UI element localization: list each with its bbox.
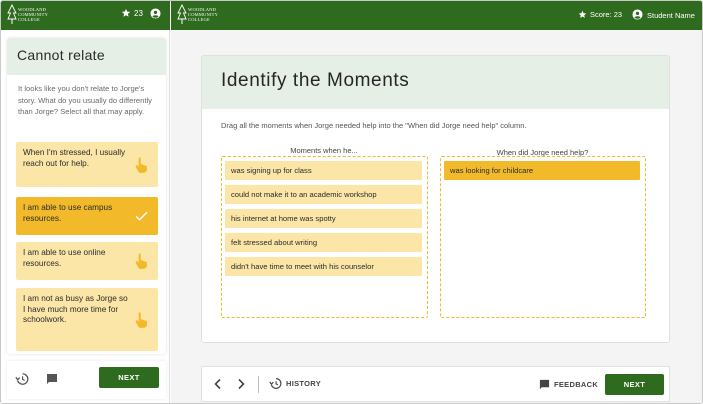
main-panel: WOODLAND COMMUNITY COLLEGE Score: 23 Stu…	[171, 1, 702, 403]
score-label: Score: 23	[590, 10, 623, 19]
main-topbar: WOODLAND COMMUNITY COLLEGE Score: 23 Stu…	[171, 1, 702, 30]
panel-title: Cannot relate	[7, 38, 166, 75]
star-count: 23	[134, 8, 143, 18]
panel-description: It looks like you don't relate to Jorge'…	[18, 84, 152, 116]
user-account-icon[interactable]	[632, 9, 643, 20]
activity-instruction: Drag all the moments when Jorge needed h…	[221, 121, 527, 130]
activity-title: Identify the Moments	[202, 56, 669, 109]
option-label: I am able to use campus resources.	[23, 203, 113, 223]
user-account-icon[interactable]	[150, 8, 161, 19]
left-panel: WOODLAND COMMUNITY COLLEGE 23 Cannot rel…	[1, 1, 170, 403]
college-logo: WOODLAND COMMUNITY COLLEGE	[7, 4, 67, 26]
option-reach-out-for-help[interactable]: When I'm stressed, I usually reach out f…	[16, 142, 158, 187]
hand-pointer-icon	[135, 311, 148, 328]
option-online-resources[interactable]: I am able to use online resources.	[16, 242, 158, 280]
moment-chip[interactable]: could not make it to an academic worksho…	[225, 185, 422, 204]
app-window: WOODLAND COMMUNITY COLLEGE 23 Cannot rel…	[0, 0, 703, 404]
comment-icon	[539, 379, 550, 390]
history-icon	[269, 378, 282, 389]
option-not-as-busy[interactable]: I am not as busy as Jorge so I have much…	[16, 288, 158, 351]
college-logo: WOODLAND COMMUNITY COLLEGE	[177, 4, 237, 26]
toolbar-divider	[258, 376, 259, 393]
tree-logo-icon	[7, 4, 17, 24]
next-button[interactable]: NEXT	[99, 367, 159, 388]
history-icon[interactable]	[15, 372, 29, 386]
student-name[interactable]: Student Name	[647, 11, 695, 20]
moment-chip[interactable]: his internet at home was spotty	[225, 209, 422, 228]
moment-chip[interactable]: was signing up for class	[225, 161, 422, 180]
star-icon	[121, 8, 131, 17]
feedback-label: FEEDBACK	[554, 380, 599, 389]
left-bottom-bar: NEXT	[7, 361, 166, 399]
moments-column-title: Moments when he...	[290, 146, 358, 155]
history-label: HISTORY	[286, 379, 322, 388]
tree-logo-icon	[177, 4, 187, 24]
hand-pointer-icon	[135, 253, 148, 269]
option-label: When I'm stressed, I usually reach out f…	[23, 148, 126, 168]
moment-chip[interactable]: felt stressed about writing	[225, 233, 422, 252]
moment-chip[interactable]: didn't have time to meet with his counse…	[225, 257, 422, 276]
chevron-right-icon[interactable]	[236, 378, 246, 390]
option-label: I am not as busy as Jorge so I have much…	[23, 294, 128, 324]
logo-text-line3: COLLEGE	[188, 17, 210, 22]
logo-text-line3: COLLEGE	[18, 17, 40, 22]
moments-dropzone[interactable]: was signing up for class could not make …	[221, 156, 428, 318]
check-icon	[135, 211, 148, 221]
star-icon	[578, 10, 587, 18]
main-bottom-bar: HISTORY FEEDBACK NEXT	[201, 366, 670, 402]
option-campus-resources[interactable]: I am able to use campus resources.	[16, 197, 158, 235]
cannot-relate-card: Cannot relate It looks like you don't re…	[7, 38, 166, 354]
history-button[interactable]: HISTORY	[269, 377, 321, 390]
feedback-button[interactable]: FEEDBACK	[539, 379, 598, 390]
left-topbar: WOODLAND COMMUNITY COLLEGE 23	[1, 1, 170, 30]
option-label: I am able to use online resources.	[23, 248, 106, 268]
chevron-left-icon[interactable]	[213, 378, 223, 390]
score-display: Score: 23	[578, 10, 622, 19]
star-score: 23	[121, 8, 143, 18]
comment-icon[interactable]	[46, 373, 58, 385]
next-button[interactable]: NEXT	[605, 374, 664, 395]
moment-chip[interactable]: was looking for childcare	[444, 161, 640, 180]
hand-pointer-icon	[135, 156, 148, 173]
activity-card: Identify the Moments Drag all the moment…	[201, 55, 670, 343]
help-dropzone[interactable]: was looking for childcare	[440, 156, 646, 318]
